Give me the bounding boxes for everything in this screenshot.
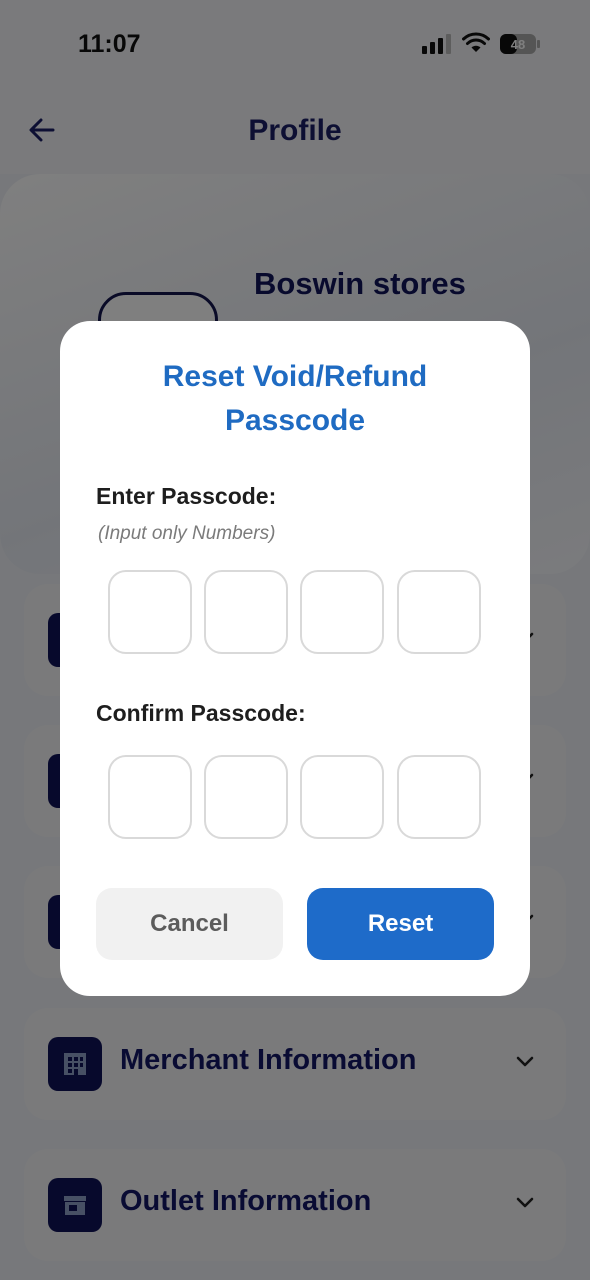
confirm-passcode-digit-3[interactable] bbox=[300, 755, 384, 839]
cancel-button[interactable]: Cancel bbox=[96, 888, 283, 960]
enter-passcode-digit-4[interactable] bbox=[397, 570, 481, 654]
confirm-passcode-digit-4[interactable] bbox=[397, 755, 481, 839]
enter-passcode-digit-2[interactable] bbox=[204, 570, 288, 654]
enter-passcode-digit-3[interactable] bbox=[300, 570, 384, 654]
reset-button[interactable]: Reset bbox=[307, 888, 494, 960]
dialog-title-line-1: Reset Void/Refund bbox=[162, 360, 428, 393]
dialog-title-line-2: Passcode bbox=[224, 404, 366, 437]
confirm-passcode-digit-2[interactable] bbox=[204, 755, 288, 839]
enter-passcode-digit-1[interactable] bbox=[108, 570, 192, 654]
enter-passcode-hint: (Input only Numbers) bbox=[98, 523, 276, 544]
reset-passcode-dialog: Reset Void/Refund Passcode Enter Passcod… bbox=[60, 321, 530, 996]
enter-passcode-label: Enter Passcode: bbox=[96, 483, 277, 509]
dialog-title: Reset Void/Refund Passcode bbox=[100, 355, 490, 443]
confirm-passcode-digit-1[interactable] bbox=[108, 755, 192, 839]
confirm-passcode-label: Confirm Passcode: bbox=[96, 700, 306, 726]
